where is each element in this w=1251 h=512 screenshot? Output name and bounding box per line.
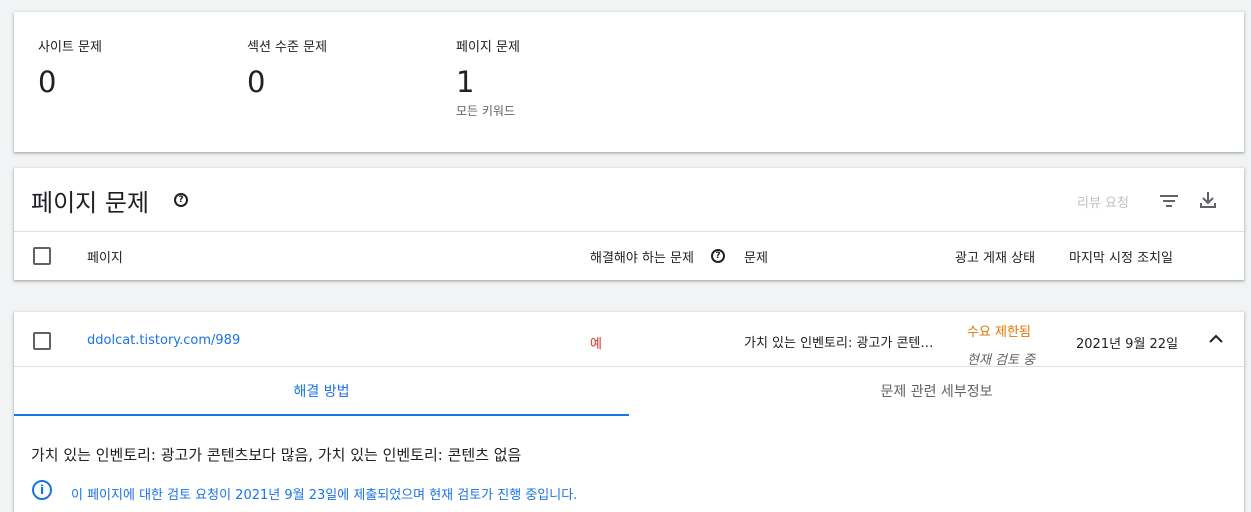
info-icon: i: [32, 480, 52, 500]
page-url-link[interactable]: ddolcat.tistory.com/989: [87, 333, 240, 348]
column-issue[interactable]: 문제: [744, 247, 768, 266]
header-divider: [14, 231, 1244, 232]
issue-value: 가치 있는 인벤토리: 광고가 콘텐…: [744, 336, 934, 351]
issue-description: 가치 있는 인벤토리: 광고가 콘텐츠보다 많음, 가치 있는 인벤토리: 콘텐…: [31, 446, 522, 464]
page-title: 페이지 문제: [31, 189, 150, 217]
page-issues-stat[interactable]: 페이지 문제 1 모든 키워드: [456, 36, 520, 119]
site-issues-count: 0: [38, 65, 57, 99]
chevron-up-icon[interactable]: [1209, 334, 1223, 344]
filter-icon[interactable]: [1160, 194, 1178, 208]
page-issues-sub: 모든 키워드: [456, 104, 516, 118]
section-issues-count: 0: [247, 65, 266, 99]
issue-row-card: ddolcat.tistory.com/989 예 가치 있는 인벤토리: 광고…: [14, 312, 1244, 512]
summary-card: 사이트 문제 0 섹션 수준 문제 0 페이지 문제 1 모든 키워드: [14, 12, 1244, 152]
page-issues-label: 페이지 문제: [456, 40, 520, 55]
column-must-fix[interactable]: 해결해야 하는 문제: [590, 247, 694, 266]
section-issues-stat[interactable]: 섹션 수준 문제 0: [247, 36, 327, 98]
review-request-button[interactable]: 리뷰 요청: [1077, 192, 1129, 211]
page-issues-card: 페이지 문제 ? 리뷰 요청 페이지 해결해야 하는 문제 ? 문제 광고 게재…: [14, 168, 1244, 280]
column-last-action[interactable]: 마지막 시정 조치일: [1069, 247, 1173, 266]
row-divider: [14, 366, 1244, 367]
column-page[interactable]: 페이지: [87, 247, 123, 266]
section-issues-label: 섹션 수준 문제: [247, 40, 328, 55]
site-issues-label: 사이트 문제: [38, 40, 102, 55]
select-all-checkbox[interactable]: [33, 247, 51, 265]
column-ad-status[interactable]: 광고 게재 상태: [955, 247, 1035, 266]
last-action-date: 2021년 9월 22일: [1076, 337, 1179, 352]
page-issues-count: 1: [456, 65, 475, 99]
help-icon[interactable]: ?: [174, 193, 188, 207]
ad-status-value: 수요 제한됨: [967, 325, 1031, 340]
tab-solution[interactable]: 해결 방법: [14, 372, 629, 416]
download-icon[interactable]: [1200, 191, 1216, 209]
tab-issue-details[interactable]: 문제 관련 세부정보: [629, 372, 1244, 416]
review-notice: 이 페이지에 대한 검토 요청이 2021년 9월 23일에 제출되었으며 현재…: [71, 488, 578, 503]
must-fix-help-icon[interactable]: ?: [711, 249, 725, 263]
site-issues-stat[interactable]: 사이트 문제 0: [38, 36, 102, 98]
row-checkbox[interactable]: [33, 332, 51, 350]
must-fix-value: 예: [590, 337, 602, 352]
